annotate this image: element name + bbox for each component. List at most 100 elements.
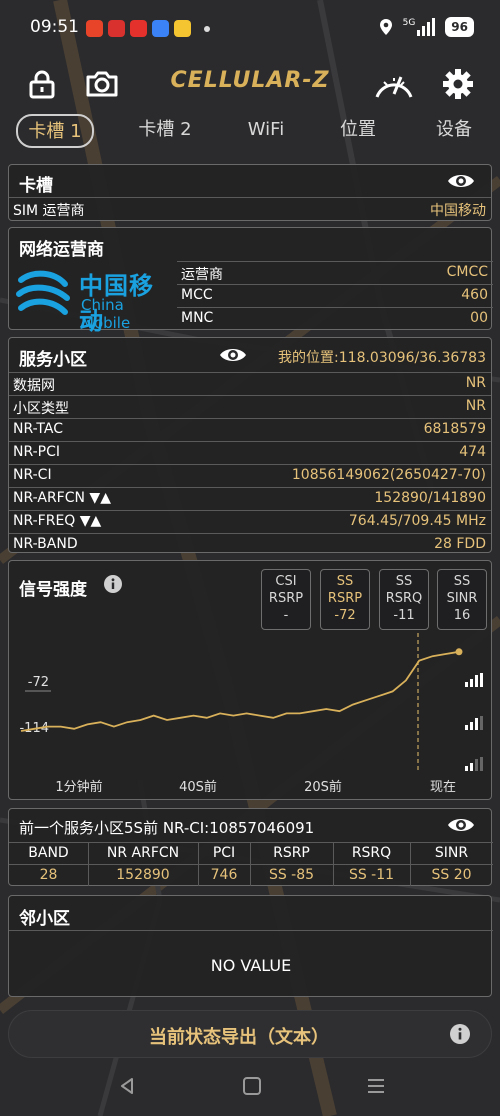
table-cell: SS 20 xyxy=(431,867,472,883)
nr-pci-row: NR-PCI 474 xyxy=(9,441,491,464)
nr-freq-row[interactable]: NR-FREQ ▼▲ 764.45/709.45 MHz xyxy=(9,510,491,533)
settings-button[interactable] xyxy=(436,62,480,106)
data-network-label: 数据网 xyxy=(13,378,55,394)
slot-card: 卡槽 SIM 运营商 中国移动 xyxy=(8,164,492,221)
csi-rsrp-box-line2: RSRP xyxy=(268,591,304,606)
home-icon[interactable] xyxy=(242,1076,262,1096)
app-toolbar: CELLULAR-Z xyxy=(0,62,500,108)
table-cell: SS -85 xyxy=(268,867,315,883)
china-mobile-logo: 中国移动 China Mobile xyxy=(13,262,177,335)
nr-band-label: NR-BAND xyxy=(13,536,78,552)
weibo-app-icon xyxy=(86,20,103,37)
tab-slot-2[interactable]: 卡槽 2 xyxy=(126,114,204,148)
nr-tac-value: 6818579 xyxy=(423,421,486,437)
tab-bar: 卡槽 1 卡槽 2 WiFi 位置 设备 xyxy=(0,114,500,150)
mnc-label: MNC xyxy=(181,310,214,326)
back-icon[interactable] xyxy=(118,1077,136,1095)
gear-icon xyxy=(443,69,473,99)
china-mobile-logo-en: China Mobile xyxy=(81,296,131,332)
table-cell: 28 xyxy=(39,867,58,883)
ss-rsrq-box-line2: RSRQ xyxy=(385,591,423,606)
table-header: SINR xyxy=(434,845,469,861)
signal-strength-card: 信号强度 CSI RSRP - SS RSRP -72 SS RSRQ -11 … xyxy=(8,560,492,800)
ss-rsrp-box[interactable]: SS RSRP -72 xyxy=(320,569,370,630)
operator-name-value: CMCC xyxy=(446,264,488,280)
ss-rsrp-box-line2: RSRP xyxy=(327,591,363,606)
nr-pci-value: 474 xyxy=(459,444,486,460)
nr-arfcn-label: NR-ARFCN ▼▲ xyxy=(13,490,111,506)
data-network-row: 数据网 NR xyxy=(9,372,491,395)
menu-icon[interactable] xyxy=(366,1077,386,1095)
mnc-row: MNC 00 xyxy=(177,307,493,330)
china-mobile-logo-icon xyxy=(16,270,70,315)
serving-cell-title: 服务小区 xyxy=(19,350,87,370)
table-header: BAND xyxy=(28,845,69,861)
browser-app-icon xyxy=(152,20,169,37)
info-icon[interactable] xyxy=(103,574,123,594)
tab-device[interactable]: 设备 xyxy=(424,114,484,148)
info-icon[interactable] xyxy=(449,1023,471,1045)
ss-rsrp-box-value: -72 xyxy=(334,608,356,623)
nr-arfcn-value: 152890/141890 xyxy=(374,490,486,506)
nr-tac-row: NR-TAC 6818579 xyxy=(9,418,491,441)
notification-icons xyxy=(86,20,210,37)
y-tick-label: -72 xyxy=(28,675,49,690)
location-icon xyxy=(379,19,392,35)
shop-app-icon xyxy=(130,20,147,37)
neighbor-cell-title: 邻小区 xyxy=(19,909,70,929)
operator-name-label: 运营商 xyxy=(181,267,223,283)
camera-button[interactable] xyxy=(80,62,124,106)
nr-arfcn-row[interactable]: NR-ARFCN ▼▲ 152890/141890 xyxy=(9,487,491,510)
tab-wifi[interactable]: WiFi xyxy=(236,114,296,148)
eye-icon[interactable] xyxy=(447,170,475,192)
export-status-button[interactable]: 当前状态导出（文本） xyxy=(8,1010,492,1058)
speedometer-icon xyxy=(375,76,413,98)
nr-pci-label: NR-PCI xyxy=(13,444,61,460)
news-app-icon xyxy=(108,20,125,37)
x-tick-label: 40S前 xyxy=(179,779,217,795)
previous-cell-card: 前一个服务小区5S前 NR-CI:10857046091 BAND NR ARF… xyxy=(8,808,493,886)
ss-sinr-box[interactable]: SS SINR 16 xyxy=(437,569,487,630)
sim-operator-label: SIM 运营商 xyxy=(13,203,85,219)
mcc-value: 460 xyxy=(461,287,488,303)
previous-cell-title: 前一个服务小区5S前 NR-CI:10857046091 xyxy=(19,819,315,837)
neighbor-empty-text: NO VALUE xyxy=(210,956,292,975)
x-tick-label: 1分钟前 xyxy=(55,779,102,795)
tab-location[interactable]: 位置 xyxy=(328,114,388,148)
more-notifications-dot xyxy=(204,25,210,32)
nr-tac-label: NR-TAC xyxy=(13,421,63,437)
tab-slot-1[interactable]: 卡槽 1 xyxy=(16,114,94,148)
eye-icon[interactable] xyxy=(447,814,475,836)
camera-icon xyxy=(86,71,118,97)
table-header: PCI xyxy=(212,845,236,861)
cell-type-label: 小区类型 xyxy=(13,401,69,417)
ss-rsrq-box-value: -11 xyxy=(393,608,415,623)
csi-rsrp-box-line1: CSI xyxy=(275,574,297,589)
signal-strength-title: 信号强度 xyxy=(19,580,87,600)
app-brand-logo: CELLULAR-Z xyxy=(170,68,330,93)
signal-bars-medium-icon xyxy=(465,716,483,730)
mcc-row: MCC 460 xyxy=(177,284,493,307)
signal-strength-icon: 5G xyxy=(403,18,436,36)
cell-type-row: 小区类型 NR xyxy=(9,395,491,418)
data-network-value: NR xyxy=(465,375,486,391)
sim-operator-row: SIM 运营商 中国移动 xyxy=(9,197,491,220)
nr-band-value: 28 FDD xyxy=(434,536,486,552)
signal-bars-high-icon xyxy=(465,673,483,687)
csi-rsrp-box[interactable]: CSI RSRP - xyxy=(261,569,311,630)
rsrp-series-line xyxy=(20,650,460,732)
network-type-label: 5G xyxy=(402,18,416,28)
ss-sinr-box-value: 16 xyxy=(453,608,471,623)
operator-row: 运营商 CMCC xyxy=(177,261,493,284)
network-operator-title: 网络运营商 xyxy=(19,240,104,260)
nr-ci-row: NR-CI 10856149062(2650427-70) xyxy=(9,464,491,487)
ss-rsrq-box[interactable]: SS RSRQ -11 xyxy=(379,569,429,630)
lock-button[interactable] xyxy=(20,62,64,106)
yellow-app-icon xyxy=(174,20,191,37)
speedometer-button[interactable] xyxy=(372,62,416,106)
sim-operator-value: 中国移动 xyxy=(430,203,486,219)
serving-cell-card: 服务小区 我的位置:118.03096/36.36783 数据网 NR 小区类型… xyxy=(8,337,492,553)
status-bar: 09:51 5G 96 xyxy=(0,0,500,58)
eye-icon[interactable] xyxy=(219,344,247,366)
slot-card-title: 卡槽 xyxy=(19,176,53,196)
